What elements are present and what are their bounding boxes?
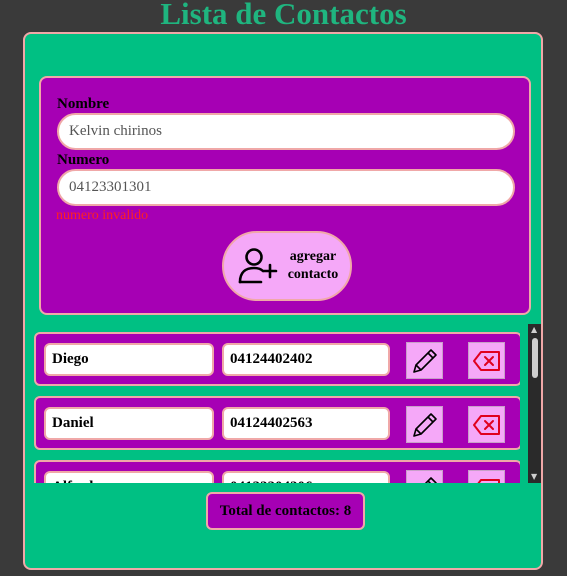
delete-button[interactable] bbox=[468, 406, 505, 443]
edit-button[interactable] bbox=[406, 470, 443, 483]
number-input[interactable] bbox=[57, 169, 515, 206]
add-contact-button[interactable]: agregar contacto bbox=[222, 231, 352, 301]
edit-button[interactable] bbox=[406, 406, 443, 443]
scroll-up-icon[interactable]: ▲ bbox=[531, 326, 537, 334]
list-scrollbar[interactable]: ▲ ▼ bbox=[528, 324, 541, 483]
pencil-icon bbox=[423, 476, 437, 483]
backspace-x-icon bbox=[472, 414, 500, 435]
total-contacts: Total de contactos: 8 bbox=[206, 492, 365, 530]
backspace-x-icon bbox=[472, 350, 500, 371]
add-user-icon bbox=[238, 248, 278, 284]
contact-number[interactable]: 04124402563 bbox=[222, 407, 390, 440]
backspace-x-icon bbox=[476, 478, 500, 483]
contact-number[interactable]: 04124402402 bbox=[222, 343, 390, 376]
contact-name[interactable]: Alfredo bbox=[44, 471, 214, 483]
name-label: Nombre bbox=[57, 96, 110, 112]
scroll-down-icon[interactable]: ▼ bbox=[531, 473, 537, 481]
add-contact-label: agregar contacto bbox=[287, 249, 339, 282]
delete-button[interactable] bbox=[468, 342, 505, 379]
error-message: numero invalido bbox=[56, 208, 149, 223]
contact-name[interactable]: Daniel bbox=[44, 407, 214, 440]
pencil-icon bbox=[412, 412, 437, 437]
name-input[interactable] bbox=[57, 113, 515, 150]
number-label: Numero bbox=[57, 152, 110, 168]
edit-button[interactable] bbox=[406, 342, 443, 379]
contact-name[interactable]: Diego bbox=[44, 343, 214, 376]
contacts-panel: Nombre Numero numero invalido agregar co… bbox=[23, 32, 543, 570]
contact-number[interactable]: 04122204206 bbox=[222, 471, 390, 483]
contact-row: Daniel 04124402563 bbox=[34, 396, 520, 450]
pencil-icon bbox=[412, 348, 437, 373]
contact-row: Diego 04124402402 bbox=[34, 332, 520, 386]
scrollbar-thumb[interactable] bbox=[532, 338, 538, 378]
delete-button[interactable] bbox=[468, 470, 505, 483]
contact-form: Nombre Numero numero invalido agregar co… bbox=[39, 76, 531, 315]
contact-list: Diego 04124402402 Daniel 04124402563 bbox=[34, 324, 520, 483]
contact-row: Alfredo 04122204206 bbox=[34, 460, 520, 483]
page-title: Lista de Contactos bbox=[160, 0, 407, 31]
